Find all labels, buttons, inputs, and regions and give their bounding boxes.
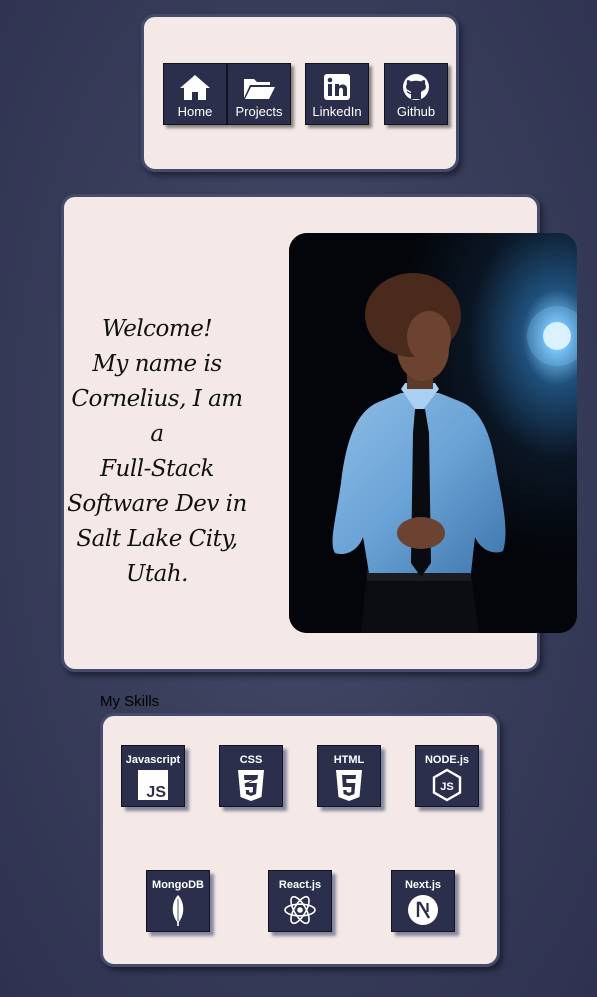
folder-open-icon [244, 79, 275, 99]
hero-card: Welcome! My name is Cornelius, I am a Fu… [61, 194, 577, 672]
skill-label: Javascript [125, 754, 181, 766]
html5-icon [336, 770, 362, 801]
skill-label: HTML [333, 754, 365, 766]
welcome-line: Software Dev in [67, 491, 247, 517]
skill-label: React.js [278, 879, 322, 891]
projects-button[interactable]: Projects [227, 63, 291, 125]
projects-label: Projects [235, 104, 283, 119]
skill-mongodb: MongoDB [146, 870, 210, 932]
mongodb-icon [172, 895, 184, 926]
skill-label: Next.js [404, 879, 442, 891]
nodejs-icon: JS [432, 768, 462, 802]
welcome-text: Welcome! My name is Cornelius, I am a Fu… [67, 312, 247, 592]
home-button[interactable]: Home [163, 63, 227, 125]
javascript-icon: JS [138, 770, 168, 801]
skill-javascript: Javascript JS [121, 745, 185, 807]
linkedin-button[interactable]: LinkedIn [305, 63, 369, 125]
github-label: Github [396, 104, 436, 119]
github-icon [403, 74, 429, 100]
skills-card: Javascript JS CSS HTML NODE.js JS MongoD… [100, 713, 500, 967]
welcome-line: Cornelius, I am a [71, 386, 243, 447]
portrait-photo [289, 233, 577, 633]
skills-title: My Skills [100, 693, 160, 710]
home-label: Home [177, 104, 213, 119]
skill-label: CSS [239, 754, 263, 766]
portrait-illustration [289, 233, 577, 633]
home-icon [180, 75, 210, 100]
welcome-line: Utah. [126, 561, 188, 587]
skill-html: HTML [317, 745, 381, 807]
github-button[interactable]: Github [384, 63, 448, 125]
skill-nodejs: NODE.js JS [415, 745, 479, 807]
linkedin-label: LinkedIn [312, 104, 362, 119]
css3-icon [238, 770, 264, 801]
welcome-line: Full-Stack [100, 456, 214, 482]
welcome-line: Salt Lake City, [76, 526, 238, 552]
welcome-line: Welcome! [101, 316, 213, 342]
nav-card: Home Projects LinkedIn Github [141, 14, 459, 172]
linkedin-icon [324, 74, 350, 100]
skill-label: NODE.js [424, 754, 469, 766]
react-icon [284, 895, 316, 925]
skill-label: MongoDB [152, 879, 204, 891]
skill-react: React.js [268, 870, 332, 932]
nextjs-icon [408, 895, 438, 925]
skill-nextjs: Next.js [391, 870, 455, 932]
skill-css: CSS [219, 745, 283, 807]
svg-text:JS: JS [146, 784, 166, 801]
welcome-line: My name is [92, 351, 222, 377]
svg-text:JS: JS [440, 781, 453, 793]
